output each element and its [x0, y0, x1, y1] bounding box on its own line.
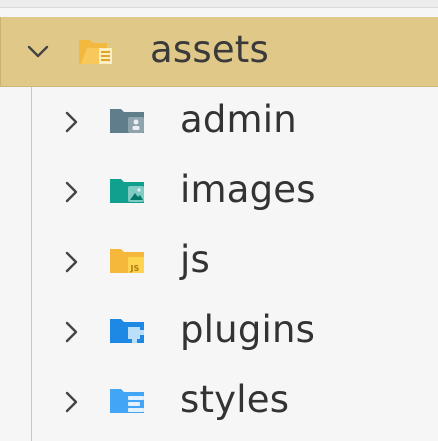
- tree-item-styles[interactable]: styles: [0, 367, 438, 436]
- tree-item-plugins[interactable]: plugins: [0, 297, 438, 366]
- folder-js-icon: JS: [110, 249, 144, 273]
- tree-item-label: js: [180, 238, 210, 281]
- chevron-right-icon[interactable]: [57, 387, 87, 417]
- svg-text:JS: JS: [130, 264, 140, 273]
- file-explorer-tree: assets admin images JS js plugins styles: [0, 0, 438, 441]
- chevron-right-icon[interactable]: [57, 247, 87, 277]
- tree-item-images[interactable]: images: [0, 157, 438, 226]
- chevron-down-icon[interactable]: [23, 37, 53, 67]
- folder-open-assets-icon: [79, 40, 113, 64]
- tree-top-border: [0, 0, 438, 8]
- tree-item-assets[interactable]: assets: [0, 17, 438, 87]
- tree-item-label: plugins: [180, 308, 316, 351]
- tree-item-label: images: [180, 168, 316, 211]
- tree-item-js[interactable]: JS js: [0, 227, 438, 296]
- folder-admin-icon: [110, 109, 144, 133]
- chevron-right-icon[interactable]: [57, 317, 87, 347]
- tree-item-label: assets: [150, 28, 269, 71]
- folder-styles-icon: [110, 389, 144, 413]
- tree-item-label: styles: [180, 378, 290, 421]
- chevron-right-icon[interactable]: [57, 107, 87, 137]
- folder-images-icon: [110, 179, 144, 203]
- folder-plugins-icon: [110, 319, 144, 343]
- tree-item-admin[interactable]: admin: [0, 87, 438, 156]
- tree-item-label: admin: [180, 98, 297, 141]
- chevron-right-icon[interactable]: [57, 177, 87, 207]
